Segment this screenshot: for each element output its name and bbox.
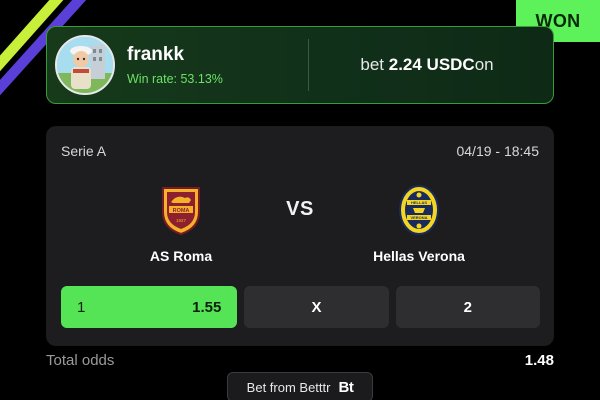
match-datetime: 04/19 - 18:45	[456, 143, 539, 159]
odd-option-label: 2	[463, 298, 472, 316]
away-team: HELLAS VERONA Hellas Verona	[339, 184, 499, 264]
source-label: Bet from Betttr	[246, 379, 331, 395]
bet-share-card: WON frankk Win rate: 53.13% bet 2.24 USD…	[0, 0, 600, 400]
odd-option-label: 1	[77, 298, 86, 316]
league-name: Serie A	[61, 143, 107, 159]
odd-option-value: 1.55	[192, 298, 222, 316]
bet-amount: 2.24 USDC	[388, 55, 475, 74]
total-odds-label: Total odds	[46, 352, 115, 369]
odds-selector: 1 1.55 X 2	[61, 286, 540, 328]
odd-option-home[interactable]: 1 1.55	[61, 286, 238, 328]
bet-summary: bet 2.24 USDCon	[309, 55, 553, 75]
away-team-name: Hellas Verona	[373, 248, 465, 264]
match-card: Serie A 04/19 - 18:45 ROMA 1927 AS Roma …	[46, 126, 554, 346]
odd-option-label: X	[311, 298, 322, 316]
home-team: ROMA 1927 AS Roma	[101, 184, 261, 264]
bet-prefix: bet	[360, 55, 384, 74]
odd-option-away[interactable]: 2	[395, 286, 540, 328]
home-team-name: AS Roma	[149, 248, 213, 264]
svg-text:VERONA: VERONA	[410, 215, 427, 220]
source-link[interactable]: Bet from Betttr Bt	[227, 372, 373, 400]
win-rate: Win rate: 53.13%	[127, 72, 223, 86]
odd-option-draw[interactable]: X	[244, 286, 389, 328]
total-odds-row: Total odds 1.48	[46, 352, 554, 369]
avatar[interactable]	[55, 35, 115, 95]
username[interactable]: frankk	[127, 44, 297, 66]
betttr-logo-icon: Bt	[338, 378, 354, 396]
user-bet-card: frankk Win rate: 53.13% bet 2.24 USDCon	[46, 26, 554, 104]
total-odds-value: 1.48	[524, 352, 554, 369]
hellas-verona-crest-icon: HELLAS VERONA	[399, 185, 439, 235]
bet-suffix: on	[474, 55, 494, 74]
svg-text:HELLAS: HELLAS	[411, 200, 427, 205]
avatar-image-icon	[57, 37, 113, 93]
user-info: frankk Win rate: 53.13%	[127, 44, 297, 86]
